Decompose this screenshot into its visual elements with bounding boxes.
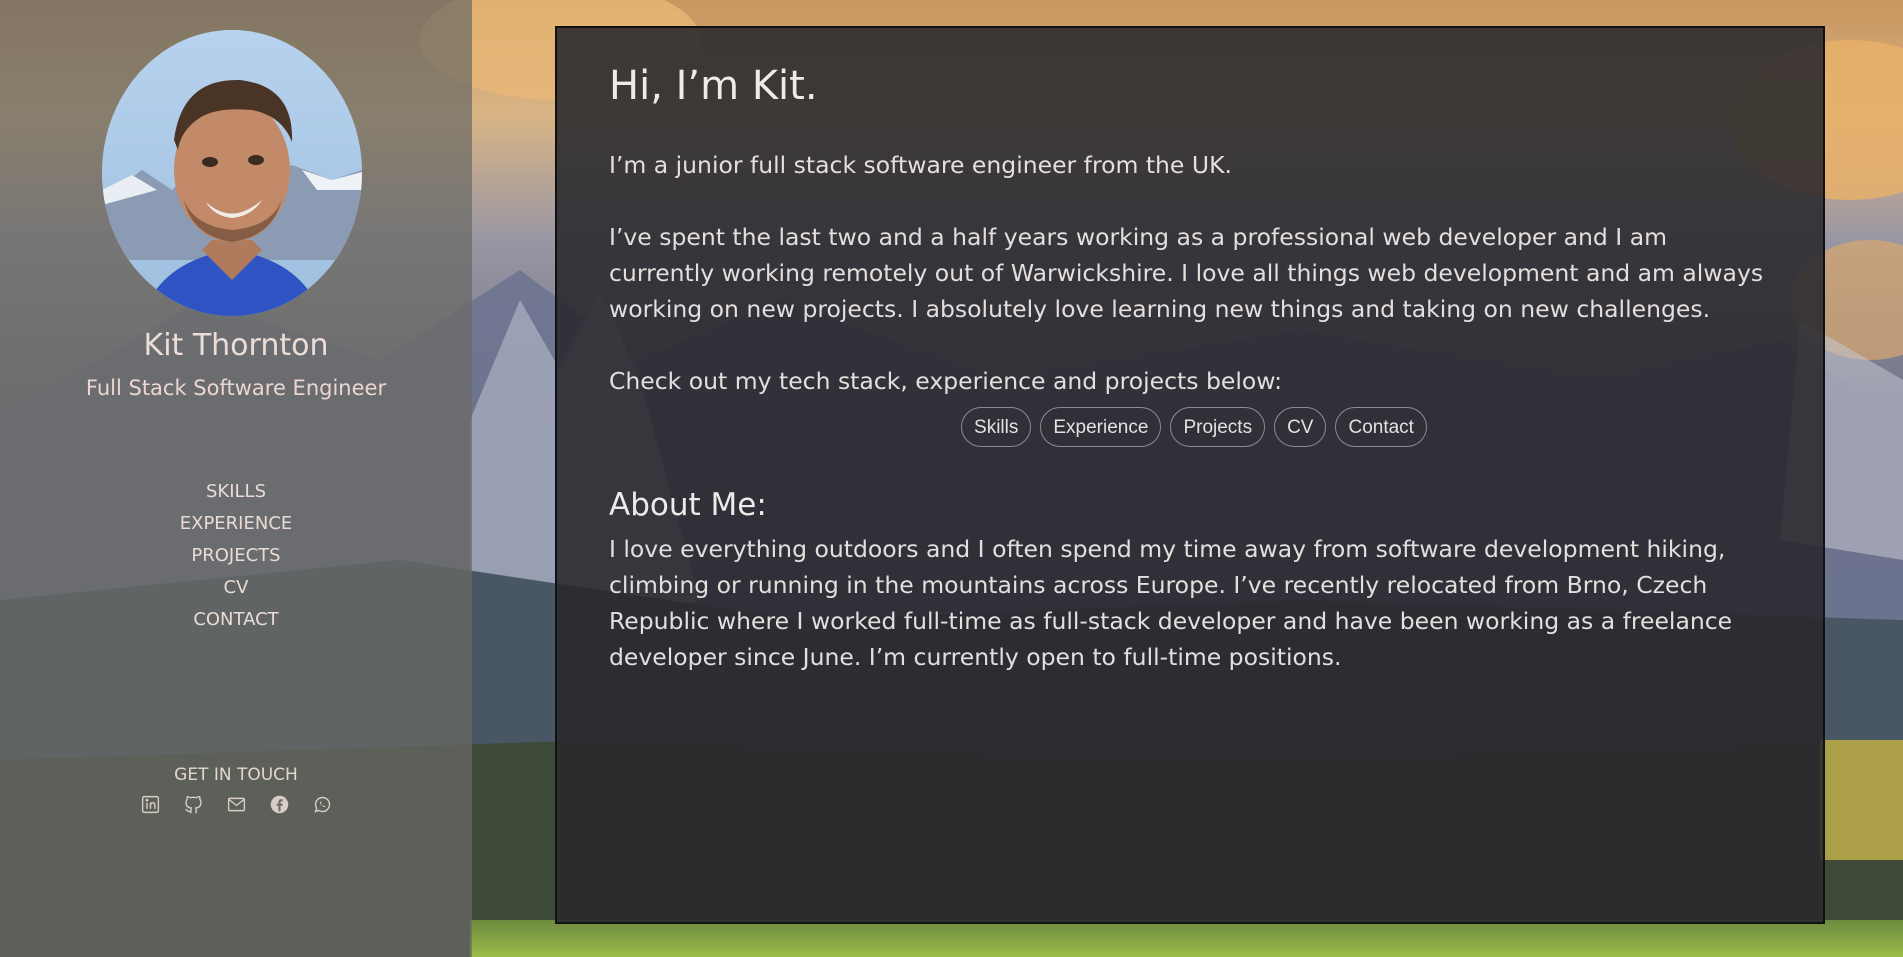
sidebar: Kit Thornton Full Stack Software Enginee…: [0, 0, 472, 957]
facebook-icon[interactable]: [269, 794, 290, 815]
pill-experience[interactable]: Experience: [1040, 407, 1162, 447]
about-title: About Me:: [609, 487, 767, 523]
profile-role: Full Stack Software Engineer: [85, 376, 387, 400]
nav-link-contact[interactable]: CONTACT: [0, 604, 472, 636]
whatsapp-icon[interactable]: [312, 794, 333, 815]
profile-name: Kit Thornton: [143, 328, 329, 363]
pill-contact[interactable]: Contact: [1335, 407, 1427, 447]
nav-link-experience[interactable]: EXPERIENCE: [0, 508, 472, 540]
linkedin-icon[interactable]: [140, 794, 161, 815]
about-text: I love everything outdoors and I often s…: [609, 535, 1733, 672]
intro-text: I’m a junior full stack software enginee…: [609, 151, 1232, 179]
intro-card: Hi, I’m Kit. I’m a junior full stack sof…: [555, 26, 1825, 924]
section-links: Skills Experience Projects CV Contact: [609, 407, 1779, 447]
sidebar-nav: SKILLS EXPERIENCE PROJECTS CV CONTACT: [0, 476, 472, 636]
mail-icon[interactable]: [226, 794, 247, 815]
nav-link-skills[interactable]: SKILLS: [0, 476, 472, 508]
pill-skills[interactable]: Skills: [961, 407, 1032, 447]
pill-cv[interactable]: CV: [1274, 407, 1327, 447]
hero-title: Hi, I’m Kit.: [609, 63, 818, 109]
experience-text: I’ve spent the last two and a half years…: [609, 223, 1764, 323]
pill-projects[interactable]: Projects: [1170, 407, 1266, 447]
nav-link-cv[interactable]: CV: [0, 572, 472, 604]
nav-link-projects[interactable]: PROJECTS: [0, 540, 472, 572]
github-icon[interactable]: [183, 794, 204, 815]
get-in-touch-label: GET IN TOUCH: [174, 765, 298, 785]
avatar: [102, 30, 362, 316]
cta-text: Check out my tech stack, experience and …: [609, 367, 1283, 395]
social-links: [0, 794, 472, 815]
